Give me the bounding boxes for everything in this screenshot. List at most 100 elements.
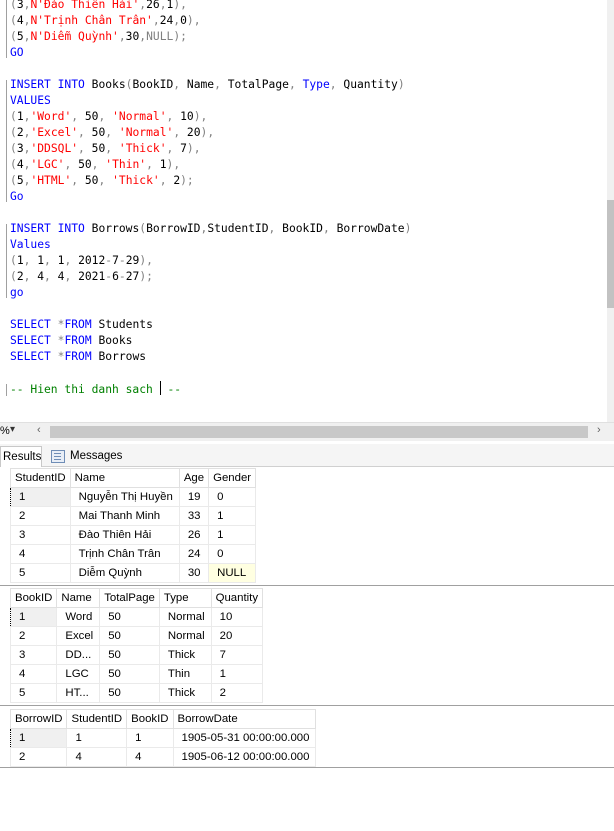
table-cell[interactable]: HT...	[56, 683, 101, 703]
table-cell[interactable]: 0	[208, 544, 257, 564]
code-line[interactable]	[10, 61, 411, 77]
table-row[interactable]: 1 Nguyễn Thị Huyền 19 0	[10, 487, 257, 507]
books-grid[interactable]: BookID Name TotalPage Type Quantity 1 Word 50 No…	[9, 588, 264, 703]
table-cell[interactable]: 2	[9, 626, 58, 646]
table-cell[interactable]: Mai Thanh Minh	[69, 506, 180, 526]
code-line[interactable]: (4,N'Trịnh Chân Trân',24,0),	[10, 13, 411, 29]
table-cell[interactable]: 1	[66, 728, 128, 748]
column-header[interactable]: Age	[178, 468, 210, 488]
table-row[interactable]: 2 4 4 1905-06-12 00:00:00.000	[9, 747, 317, 767]
table-cell[interactable]: LGC	[56, 664, 101, 684]
code-line[interactable]: (5,N'Diễm Quỳnh',30,NULL);	[10, 29, 411, 45]
table-cell[interactable]: 19	[178, 487, 210, 507]
table-row[interactable]: 3 Đào Thiên Hải 26 1	[10, 525, 257, 545]
table-cell[interactable]: 50	[99, 626, 160, 646]
table-cell[interactable]: 30	[178, 563, 210, 583]
column-header[interactable]: BorrowDate	[172, 709, 317, 729]
table-cell[interactable]: 1	[126, 728, 174, 748]
table-cell[interactable]: 50	[99, 683, 160, 703]
borrows-result-pane[interactable]: BorrowID StudentID BookID BorrowDate 1 1 1 1905…	[0, 709, 614, 768]
code-line[interactable]: Values	[10, 237, 411, 253]
code-line[interactable]: (2,'Excel', 50, 'Normal', 20),	[10, 125, 411, 141]
code-line[interactable]: SELECT *FROM Students	[10, 317, 411, 333]
table-cell[interactable]: Nguyễn Thị Huyền	[69, 487, 180, 507]
code-line[interactable]: SELECT *FROM Borrows	[10, 349, 411, 365]
horizontal-scroll-thumb[interactable]	[50, 426, 588, 438]
table-cell[interactable]: 2	[9, 747, 68, 767]
table-cell[interactable]: Trịnh Chân Trân	[69, 544, 180, 564]
column-header[interactable]: Type	[158, 588, 212, 608]
table-cell[interactable]: 4	[66, 747, 128, 767]
code-line[interactable]: Go	[10, 189, 411, 205]
column-header[interactable]: BookID	[9, 588, 58, 608]
code-line[interactable]: GO	[10, 45, 411, 61]
table-cell[interactable]: 1	[9, 728, 68, 748]
table-cell[interactable]: 24	[178, 544, 210, 564]
tab-results[interactable]: Results	[0, 446, 42, 467]
table-cell[interactable]: 3	[10, 525, 71, 545]
table-cell[interactable]: 1905-05-31 00:00:00.000	[172, 728, 317, 748]
column-header[interactable]: Name	[69, 468, 180, 488]
table-cell[interactable]: 5	[10, 563, 71, 583]
table-row[interactable]: 4 Trịnh Chân Trân 24 0	[10, 544, 257, 564]
code-line[interactable]: (3,'DDSQL', 50, 'Thick', 7),	[10, 141, 411, 157]
table-cell[interactable]: Thin	[158, 664, 212, 684]
scroll-right-icon[interactable]: ›	[597, 424, 601, 436]
table-cell[interactable]: 4	[126, 747, 174, 767]
code-line[interactable]: (4,'LGC', 50, 'Thin', 1),	[10, 157, 411, 173]
table-cell[interactable]: Thick	[158, 645, 212, 665]
table-cell[interactable]: 1	[208, 525, 257, 545]
code-line[interactable]: (1, 1, 1, 2012-7-29),	[10, 253, 411, 269]
table-cell[interactable]: 0	[208, 487, 257, 507]
code-line[interactable]: -- Hien thi danh sach --	[10, 381, 411, 397]
table-cell[interactable]: 50	[99, 664, 160, 684]
column-header[interactable]: BorrowID	[9, 709, 68, 729]
table-cell[interactable]: Diễm Quỳnh	[69, 563, 180, 583]
table-cell[interactable]: 1	[210, 664, 264, 684]
table-cell[interactable]: NULL	[208, 563, 257, 583]
students-result-pane[interactable]: StudentID Name Age Gender 1 Nguyễn Thị Huyền 1…	[0, 467, 614, 586]
table-row[interactable]: 2 Mai Thanh Minh 33 1	[10, 506, 257, 526]
zoom-level[interactable]: %	[0, 425, 10, 437]
table-cell[interactable]: 7	[210, 645, 264, 665]
table-cell[interactable]: 20	[210, 626, 264, 646]
table-cell[interactable]: DD...	[56, 645, 101, 665]
tab-messages[interactable]: Messages	[49, 446, 123, 466]
column-header[interactable]: Quantity	[210, 588, 264, 608]
table-cell[interactable]: 1	[10, 487, 71, 507]
code-line[interactable]: (1,'Word', 50, 'Normal', 10),	[10, 109, 411, 125]
table-row[interactable]: 2 Excel 50 Normal 20	[9, 626, 264, 646]
code-line[interactable]: (3,N'Đào Thiên Hải',26,1),	[10, 0, 411, 13]
students-grid[interactable]: StudentID Name Age Gender 1 Nguyễn Thị Huyền 1…	[10, 468, 257, 583]
table-cell[interactable]: 1	[9, 607, 58, 627]
column-header[interactable]: TotalPage	[99, 588, 160, 608]
table-cell[interactable]: Thick	[158, 683, 212, 703]
table-cell[interactable]: Normal	[158, 626, 212, 646]
table-cell[interactable]: 1	[208, 506, 257, 526]
table-cell[interactable]: 33	[178, 506, 210, 526]
table-cell[interactable]: 4	[9, 664, 58, 684]
table-cell[interactable]: Đào Thiên Hải	[69, 525, 180, 545]
table-row[interactable]: 5 Diễm Quỳnh 30 NULL	[10, 563, 257, 583]
table-cell[interactable]: 26	[178, 525, 210, 545]
table-row[interactable]: 1 1 1 1905-05-31 00:00:00.000	[9, 728, 317, 748]
table-row[interactable]: 3 DD... 50 Thick 7	[9, 645, 264, 665]
vertical-scrollbar[interactable]	[607, 0, 614, 422]
code-line[interactable]: SELECT *FROM Books	[10, 333, 411, 349]
table-cell[interactable]: 4	[10, 544, 71, 564]
table-cell[interactable]: 3	[9, 645, 58, 665]
table-cell[interactable]: 10	[210, 607, 264, 627]
borrows-grid[interactable]: BorrowID StudentID BookID BorrowDate 1 1 1 1905…	[9, 709, 317, 767]
code-line[interactable]: VALUES	[10, 93, 411, 109]
table-cell[interactable]: 2	[210, 683, 264, 703]
code-line[interactable]	[10, 365, 411, 381]
vertical-scroll-thumb[interactable]	[607, 200, 614, 308]
scroll-left-icon[interactable]: ‹	[37, 424, 41, 436]
table-cell[interactable]: 1905-06-12 00:00:00.000	[172, 747, 317, 767]
code-line[interactable]	[10, 205, 411, 221]
code-line[interactable]: go	[10, 285, 411, 301]
code-line[interactable]	[10, 301, 411, 317]
code-line[interactable]: (2, 4, 4, 2021-6-27);	[10, 269, 411, 285]
table-row[interactable]: 5 HT... 50 Thick 2	[9, 683, 264, 703]
table-cell[interactable]: Excel	[56, 626, 101, 646]
